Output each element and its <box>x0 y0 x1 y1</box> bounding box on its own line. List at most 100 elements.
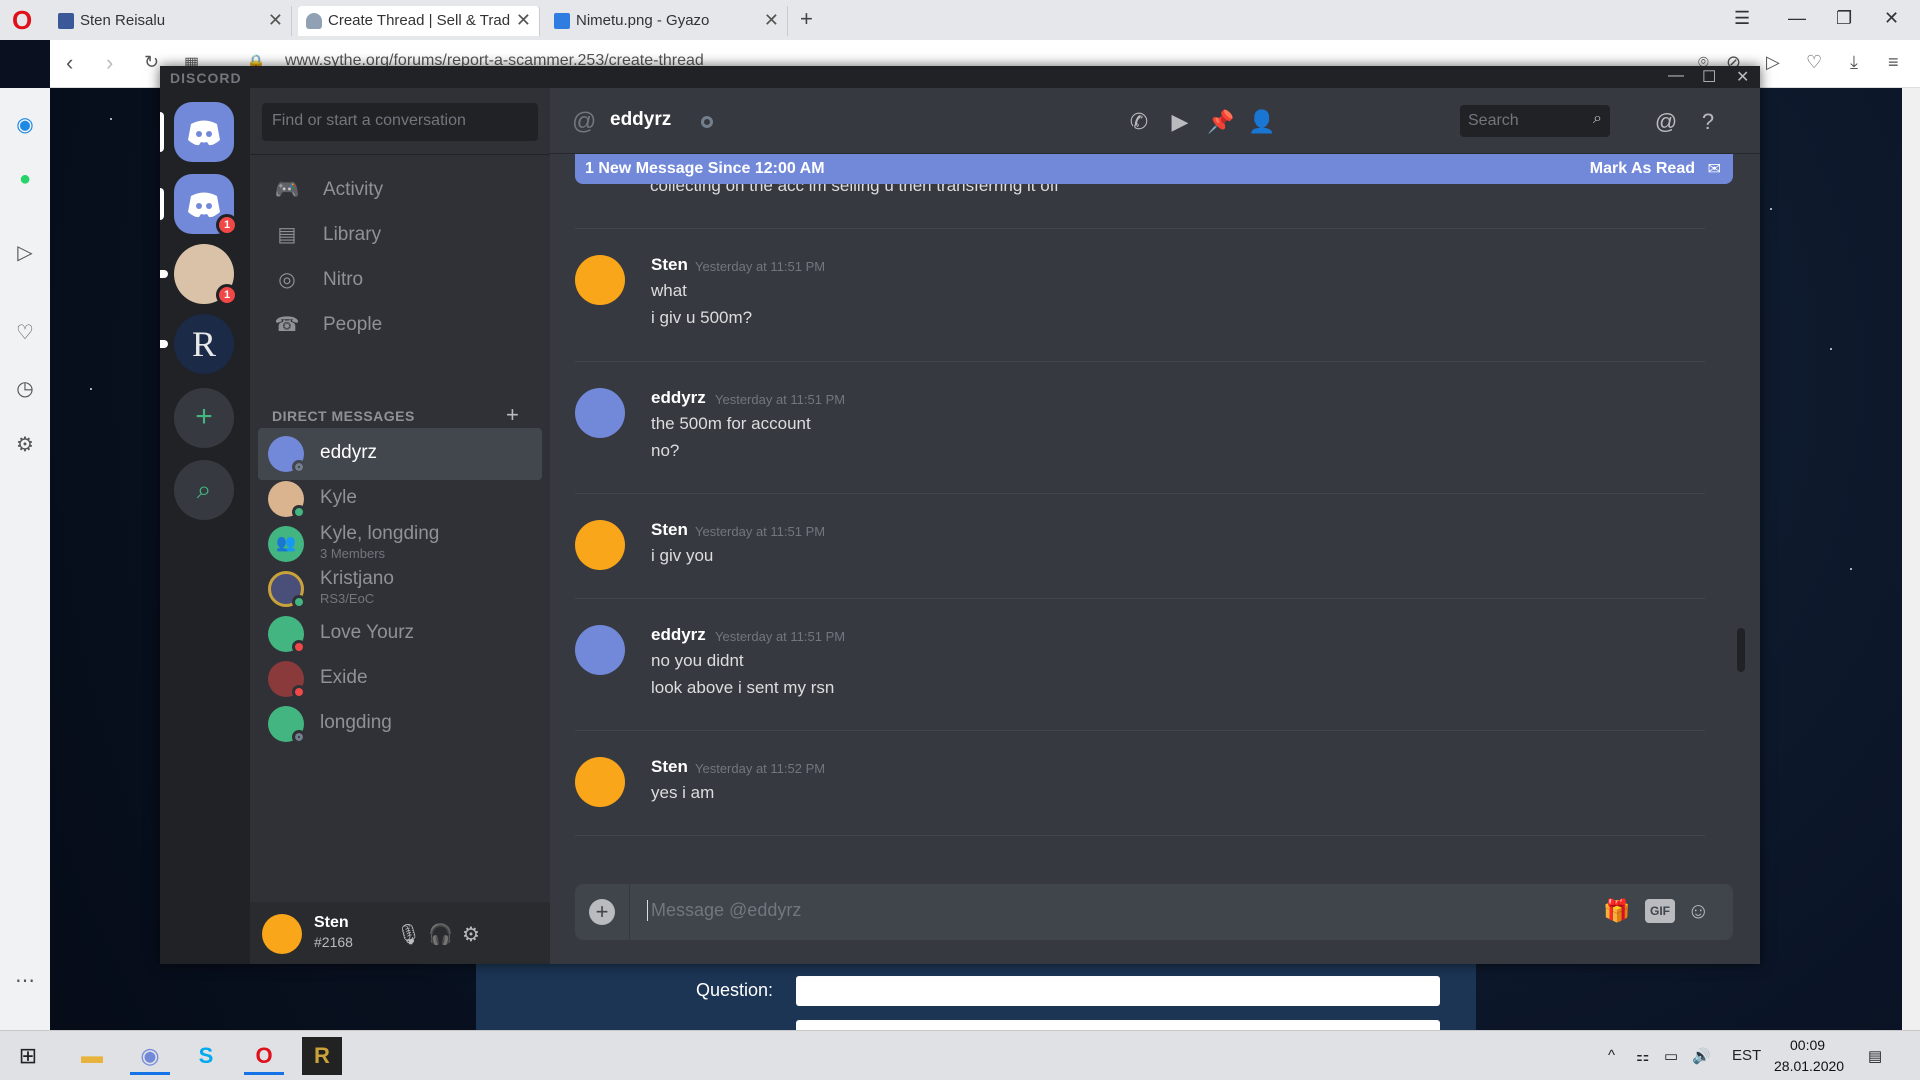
file-explorer-icon[interactable]: ▬ <box>72 1037 112 1075</box>
chat-area: @ eddyrz ✆ ▶ 📌 👤 Search ⌕ @ ? collecting… <box>550 88 1760 964</box>
discord-minimize-button[interactable]: — <box>1668 67 1684 85</box>
tray-chevron-up-icon[interactable]: ^ <box>1608 1047 1615 1064</box>
discord-close-button[interactable]: ✕ <box>1736 67 1749 87</box>
bookmarks-heart-icon[interactable]: ♡ <box>12 320 38 346</box>
tab-create-thread[interactable]: Create Thread | Sell & Trad ✕ <box>298 6 540 36</box>
shield-icon <box>306 13 322 29</box>
pinned-messages-icon[interactable]: 📌 <box>1207 108 1235 136</box>
voice-call-icon[interactable]: ✆ <box>1125 108 1153 136</box>
server-2[interactable]: 1 <box>160 244 238 306</box>
tab-facebook[interactable]: Sten Reisalu ✕ <box>50 6 292 36</box>
status-offline-icon <box>701 116 713 128</box>
clock-time[interactable]: 00:09 <box>1790 1037 1825 1053</box>
opera-logo-icon[interactable]: O <box>12 7 36 33</box>
runelite-icon[interactable]: R <box>302 1037 342 1075</box>
message-avatar[interactable] <box>575 757 625 807</box>
message: eddyrz Yesterday at 11:51 PM the 500m fo… <box>575 361 1705 469</box>
close-window-button[interactable]: ✕ <box>1884 8 1899 29</box>
new-messages-banner[interactable]: 1 New Message Since 12:00 AM Mark As Rea… <box>575 154 1733 184</box>
close-tab-icon[interactable]: ✕ <box>268 10 283 31</box>
mentions-icon[interactable]: @ <box>1652 108 1680 136</box>
page-scrollbar[interactable] <box>1902 88 1920 1030</box>
settings-menu-icon[interactable]: ≡ <box>1888 52 1899 73</box>
gift-icon[interactable]: 🎁 <box>1603 898 1630 924</box>
unread-indicator <box>160 188 164 220</box>
question-input[interactable] <box>796 976 1440 1006</box>
add-friend-to-dm-icon[interactable]: 👤 <box>1248 108 1276 136</box>
opera-sidebar: ◉ ● ▷ ♡ ◷ ⚙ ⋯ <box>0 88 50 1030</box>
server-runescape[interactable]: R <box>160 314 234 374</box>
status-dnd-icon <box>292 640 306 654</box>
message-input[interactable]: Message @eddyrz <box>647 900 801 921</box>
emoji-icon[interactable]: ☺ <box>1687 898 1709 924</box>
message-avatar[interactable] <box>575 388 625 438</box>
message: eddyrz Yesterday at 11:51 PM no you didn… <box>575 598 1705 706</box>
download-icon[interactable]: ⤓ <box>1850 52 1858 73</box>
unread-indicator <box>160 340 168 348</box>
nav-nitro[interactable]: ◎ Nitro <box>258 257 542 301</box>
search-input[interactable]: Search ⌕ <box>1460 105 1610 137</box>
create-dm-button[interactable]: + <box>506 402 519 428</box>
search-icon: ⌕ <box>1593 110 1602 127</box>
new-tab-button[interactable]: + <box>800 6 813 32</box>
gif-button[interactable]: GIF <box>1645 899 1675 923</box>
server-1[interactable]: 1 <box>160 174 238 236</box>
skype-icon[interactable]: S <box>186 1037 226 1075</box>
reload-icon[interactable]: ↻ <box>144 52 159 73</box>
selected-indicator <box>160 112 164 152</box>
explore-servers-search-icon[interactable]: ⌕ <box>174 460 234 520</box>
microphone-icon[interactable]: 🎙 <box>396 922 421 947</box>
display-icon[interactable]: ▭ <box>1664 1047 1678 1065</box>
notifications-icon[interactable]: ▤ <box>1868 1047 1882 1065</box>
whatsapp-icon[interactable]: ● <box>12 166 38 192</box>
headphones-icon[interactable]: 🎧 <box>428 922 453 947</box>
message-avatar[interactable] <box>575 625 625 675</box>
discord-titlebar: DISCORD — ☐ ✕ <box>160 66 1760 88</box>
close-tab-icon[interactable]: ✕ <box>764 10 779 31</box>
nav-people[interactable]: ☎ People <box>258 302 542 346</box>
language-indicator[interactable]: EST <box>1732 1047 1761 1064</box>
close-tab-icon[interactable]: ✕ <box>516 10 531 31</box>
history-clock-icon[interactable]: ◷ <box>12 376 38 402</box>
start-windows-icon[interactable]: ⊞ <box>8 1037 48 1075</box>
message-avatar[interactable] <box>575 520 625 570</box>
bookmark-heart-icon[interactable]: ♡ <box>1806 52 1822 73</box>
discord-maximize-button[interactable]: ☐ <box>1702 67 1716 87</box>
video-call-icon[interactable]: ▶ <box>1166 108 1194 136</box>
opera-taskbar-icon[interactable]: O <box>244 1037 284 1075</box>
chat-scrollbar-thumb[interactable] <box>1737 628 1745 672</box>
tab-menu-icon[interactable]: ☰ <box>1734 8 1750 29</box>
nav-activity[interactable]: 🎮 Activity <box>258 167 542 211</box>
back-button[interactable]: ‹ <box>66 50 73 76</box>
clock-date[interactable]: 28.01.2020 <box>1774 1058 1844 1074</box>
message: Sten Yesterday at 11:52 PM yes i am <box>575 730 1705 836</box>
messenger-icon[interactable]: ◉ <box>12 112 38 138</box>
group-icon: 👥 <box>268 526 304 562</box>
settings-gear-icon[interactable]: ⚙ <box>12 432 38 458</box>
notification-badge: 1 <box>216 214 238 236</box>
minimize-button[interactable]: — <box>1788 8 1806 29</box>
help-icon[interactable]: ? <box>1694 108 1722 136</box>
facebook-icon <box>58 13 74 29</box>
mark-as-read-button[interactable]: Mark As Read <box>1590 160 1695 178</box>
message-avatar[interactable] <box>575 255 625 305</box>
mark-read-icon: ✉ <box>1707 161 1721 178</box>
user-settings-gear-icon[interactable]: ⚙ <box>462 922 480 947</box>
more-icon[interactable]: ⋯ <box>12 968 38 994</box>
forward-button[interactable]: › <box>106 50 113 76</box>
restore-button[interactable]: ❐ <box>1836 8 1852 29</box>
add-server-button[interactable]: + <box>174 388 234 448</box>
dm-longding[interactable]: longding <box>258 698 542 750</box>
flow-icon[interactable]: ▷ <box>12 240 38 266</box>
home-button[interactable] <box>160 102 234 162</box>
network-icon[interactable]: ⚏ <box>1636 1047 1649 1065</box>
upload-plus-icon[interactable]: + <box>589 899 615 925</box>
user-name: Sten <box>314 914 349 931</box>
nav-library[interactable]: ▤ Library <box>258 212 542 256</box>
discord-taskbar-icon[interactable]: ◉ <box>130 1037 170 1075</box>
volume-icon[interactable]: 🔊 <box>1692 1047 1711 1065</box>
find-conversation-input[interactable]: Find or start a conversation <box>262 103 538 141</box>
send-icon[interactable]: ▷ <box>1766 52 1780 73</box>
tab-gyazo[interactable]: Nimetu.png - Gyazo ✕ <box>546 6 788 36</box>
user-avatar[interactable] <box>262 914 302 954</box>
